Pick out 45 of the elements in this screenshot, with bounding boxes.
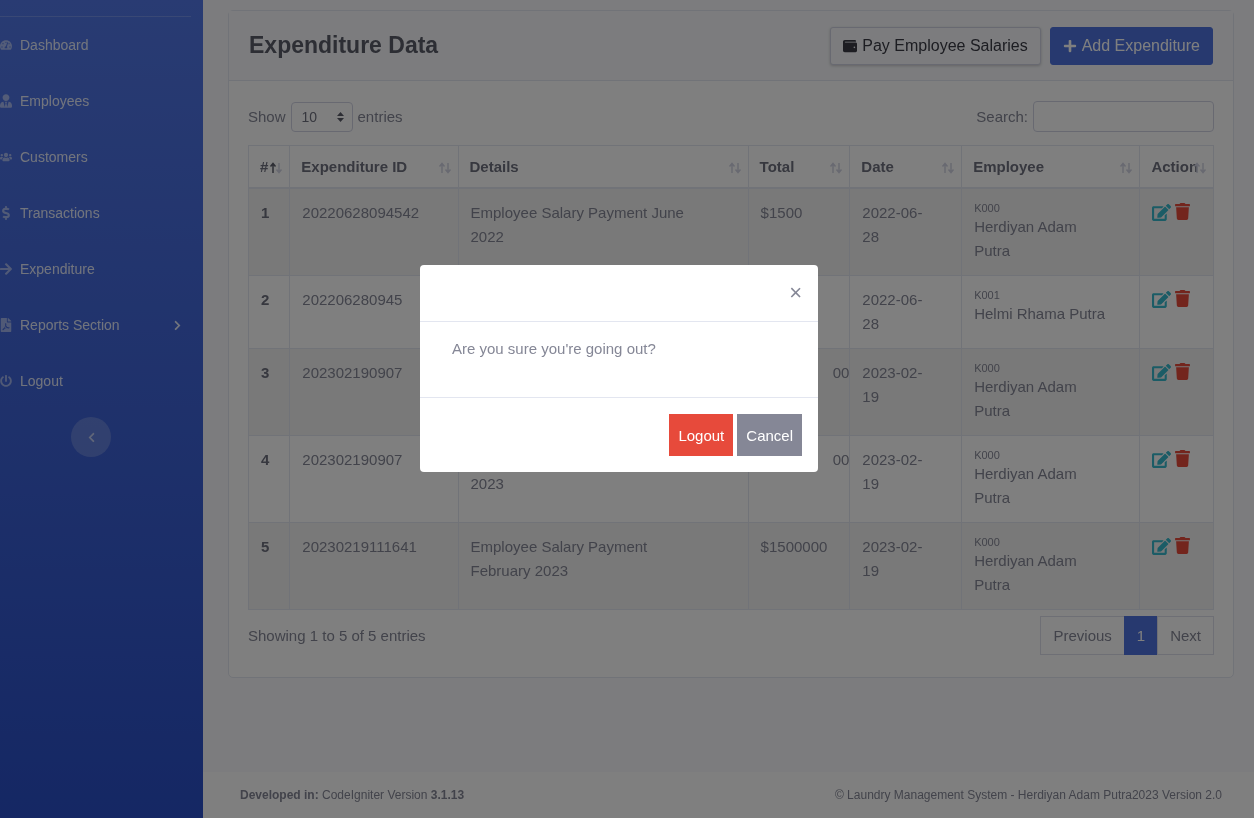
edit-icon[interactable] xyxy=(1152,363,1172,382)
cancel-button[interactable]: Cancel xyxy=(737,414,802,456)
sidebar-item[interactable]: Logout xyxy=(0,353,203,409)
table-cell: 2 xyxy=(248,275,290,349)
sidebar-item[interactable]: Employees xyxy=(0,73,203,129)
sidebar-item[interactable]: Expenditure xyxy=(0,241,203,297)
entries-select[interactable]: 10 xyxy=(290,101,353,132)
search-label: Search: xyxy=(976,108,1028,125)
sidebar-item[interactable]: Dashboard xyxy=(0,17,203,73)
select-arrows-icon xyxy=(336,111,344,122)
table-cell: 2023-02-19 xyxy=(849,435,962,523)
table-cell: 5 xyxy=(248,522,290,610)
trash-icon[interactable] xyxy=(1174,363,1192,380)
edit-icon[interactable] xyxy=(1152,203,1172,222)
logout-button[interactable]: Logout xyxy=(669,414,734,456)
table-cell: K000 Herdiyan Adam Putra xyxy=(961,435,1140,523)
plus-icon xyxy=(1062,38,1077,53)
sidebar-item[interactable]: Transactions xyxy=(0,185,203,241)
pay-button[interactable]: Pay Employee Salaries xyxy=(830,26,1041,65)
table-cell: 1 xyxy=(248,188,290,276)
table-cell: K001 Helmi Rhama Putra xyxy=(961,275,1140,349)
sort-icon[interactable] xyxy=(269,162,284,174)
wallet-icon xyxy=(843,38,858,53)
page-link[interactable]: Previous xyxy=(1040,616,1125,655)
edit-icon[interactable] xyxy=(1152,290,1172,309)
close-button[interactable]: × xyxy=(789,280,802,306)
table-cell: 2022-06-28 xyxy=(849,275,962,349)
page-title: Expenditure Data xyxy=(249,32,439,59)
table-cell: 4 xyxy=(248,435,290,523)
show-label: Show xyxy=(248,108,286,125)
trash-icon[interactable] xyxy=(1174,203,1192,220)
edit-icon[interactable] xyxy=(1152,537,1172,556)
sidebar-item[interactable]: Customers xyxy=(0,129,203,185)
trash-icon[interactable] xyxy=(1174,450,1192,467)
sidebar-item[interactable]: Reports Section xyxy=(0,297,203,353)
trash-icon[interactable] xyxy=(1174,537,1192,554)
page-link[interactable]: Next xyxy=(1157,616,1214,655)
footer-copyright: © Laundry Management System - Herdiyan Adam Putra2023 Version 2.0 xyxy=(834,788,1222,802)
footer-credit: Developed in: CodeIgniter Version 3.1.13 xyxy=(240,788,465,802)
trash-icon[interactable] xyxy=(1174,290,1192,307)
entries-label: entries xyxy=(357,108,403,125)
edit-icon[interactable] xyxy=(1152,450,1172,469)
add-button[interactable]: Add Expenditure xyxy=(1049,26,1213,65)
entries-info: Showing 1 to 5 of 5 entries xyxy=(248,627,426,644)
table-cell: 3 xyxy=(248,348,290,436)
